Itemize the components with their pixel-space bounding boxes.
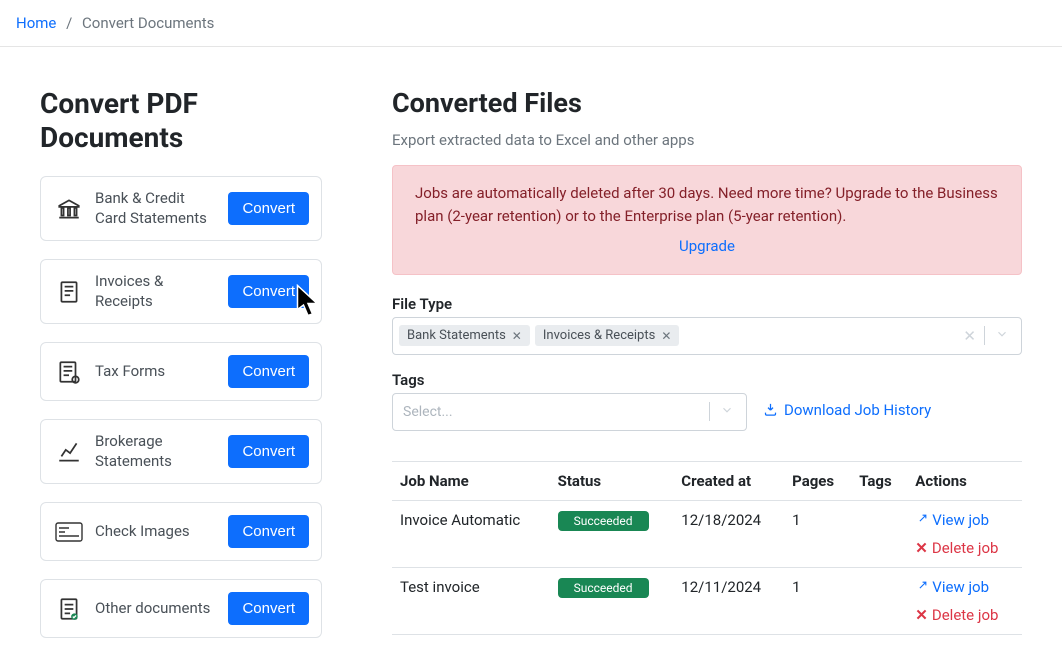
status-badge: Succeeded <box>558 578 649 598</box>
view-job-link[interactable]: View job <box>915 578 989 596</box>
filetype-select[interactable]: Bank Statements ✕ Invoices & Receipts ✕ … <box>392 317 1022 355</box>
card-label: Brokerage Statements <box>95 432 218 471</box>
cell-tags <box>851 500 907 567</box>
left-title: Convert PDF Documents <box>40 87 322 154</box>
col-tags: Tags <box>851 461 907 500</box>
card-label: Bank & Credit Card Statements <box>95 189 218 228</box>
status-badge: Succeeded <box>558 511 649 531</box>
convert-button[interactable]: Convert <box>228 275 309 308</box>
cell-tags <box>851 567 907 634</box>
convert-button[interactable]: Convert <box>228 192 309 225</box>
delete-job-link[interactable]: ✕ Delete job <box>915 606 998 624</box>
check-icon <box>53 516 85 548</box>
right-title: Converted Files <box>392 87 1022 119</box>
card-label: Invoices & Receipts <box>95 272 218 311</box>
breadcrumb-home[interactable]: Home <box>16 14 56 32</box>
cell-pages: 1 <box>784 500 851 567</box>
clear-all-icon[interactable]: ✕ <box>951 327 984 345</box>
tags-label: Tags <box>392 371 1022 389</box>
card-label: Other documents <box>95 599 218 619</box>
cell-job: Test invoice <box>392 567 550 634</box>
card-bank-statements: Bank & Credit Card Statements Convert <box>40 176 322 241</box>
card-brokerage: Brokerage Statements Convert <box>40 419 322 484</box>
tax-form-icon <box>53 356 85 388</box>
subtitle: Export extracted data to Excel and other… <box>392 131 1022 149</box>
card-invoices: Invoices & Receipts Convert <box>40 259 322 324</box>
card-label: Tax Forms <box>95 362 218 382</box>
share-icon <box>915 513 928 526</box>
left-panel: Convert PDF Documents Bank & Credit Card… <box>40 87 322 656</box>
cell-created: 12/18/2024 <box>673 500 784 567</box>
breadcrumb-sep: / <box>66 14 72 32</box>
filetype-pill: Invoices & Receipts ✕ <box>535 325 680 346</box>
remove-pill-icon[interactable]: ✕ <box>661 329 671 343</box>
card-other-documents: Other documents Convert <box>40 579 322 638</box>
filetype-pill: Bank Statements ✕ <box>399 325 530 346</box>
tags-select[interactable]: Select... <box>392 393 747 431</box>
card-check-images: Check Images Convert <box>40 502 322 561</box>
x-icon: ✕ <box>915 539 928 557</box>
cell-job: Invoice Automatic <box>392 500 550 567</box>
col-created: Created at <box>673 461 784 500</box>
breadcrumb-current: Convert Documents <box>82 14 214 32</box>
delete-job-link[interactable]: ✕ Delete job <box>915 539 998 557</box>
x-icon: ✕ <box>915 606 928 624</box>
filetype-label: File Type <box>392 295 1022 313</box>
table-row: Test invoice Succeeded 12/11/2024 1 View… <box>392 567 1022 634</box>
tags-placeholder: Select... <box>399 404 709 420</box>
share-icon <box>915 580 928 593</box>
chevron-down-icon[interactable] <box>984 326 1015 345</box>
alert-text: Jobs are automatically deleted after 30 … <box>415 184 998 225</box>
card-tax-forms: Tax Forms Convert <box>40 342 322 401</box>
remove-pill-icon[interactable]: ✕ <box>512 329 522 343</box>
col-pages: Pages <box>784 461 851 500</box>
chart-icon <box>53 436 85 468</box>
jobs-table: Job Name Status Created at Pages Tags Ac… <box>392 461 1022 635</box>
convert-button[interactable]: Convert <box>228 435 309 468</box>
upgrade-link[interactable]: Upgrade <box>415 235 999 258</box>
document-icon <box>53 593 85 625</box>
download-history-link[interactable]: Download Job History <box>763 401 931 419</box>
view-job-link[interactable]: View job <box>915 511 989 529</box>
convert-button[interactable]: Convert <box>228 515 309 548</box>
card-label: Check Images <box>95 522 218 542</box>
download-icon <box>763 402 778 417</box>
table-row: Invoice Automatic Succeeded 12/18/2024 1… <box>392 500 1022 567</box>
retention-alert: Jobs are automatically deleted after 30 … <box>392 165 1022 275</box>
col-job: Job Name <box>392 461 550 500</box>
convert-button[interactable]: Convert <box>228 355 309 388</box>
bank-icon <box>53 193 85 225</box>
receipt-icon <box>53 276 85 308</box>
convert-button[interactable]: Convert <box>228 592 309 625</box>
breadcrumb: Home / Convert Documents <box>0 0 1062 47</box>
chevron-down-icon[interactable] <box>709 402 740 421</box>
cell-pages: 1 <box>784 567 851 634</box>
col-actions: Actions <box>907 461 1022 500</box>
col-status: Status <box>550 461 674 500</box>
right-panel: Converted Files Export extracted data to… <box>392 87 1022 656</box>
cell-created: 12/11/2024 <box>673 567 784 634</box>
